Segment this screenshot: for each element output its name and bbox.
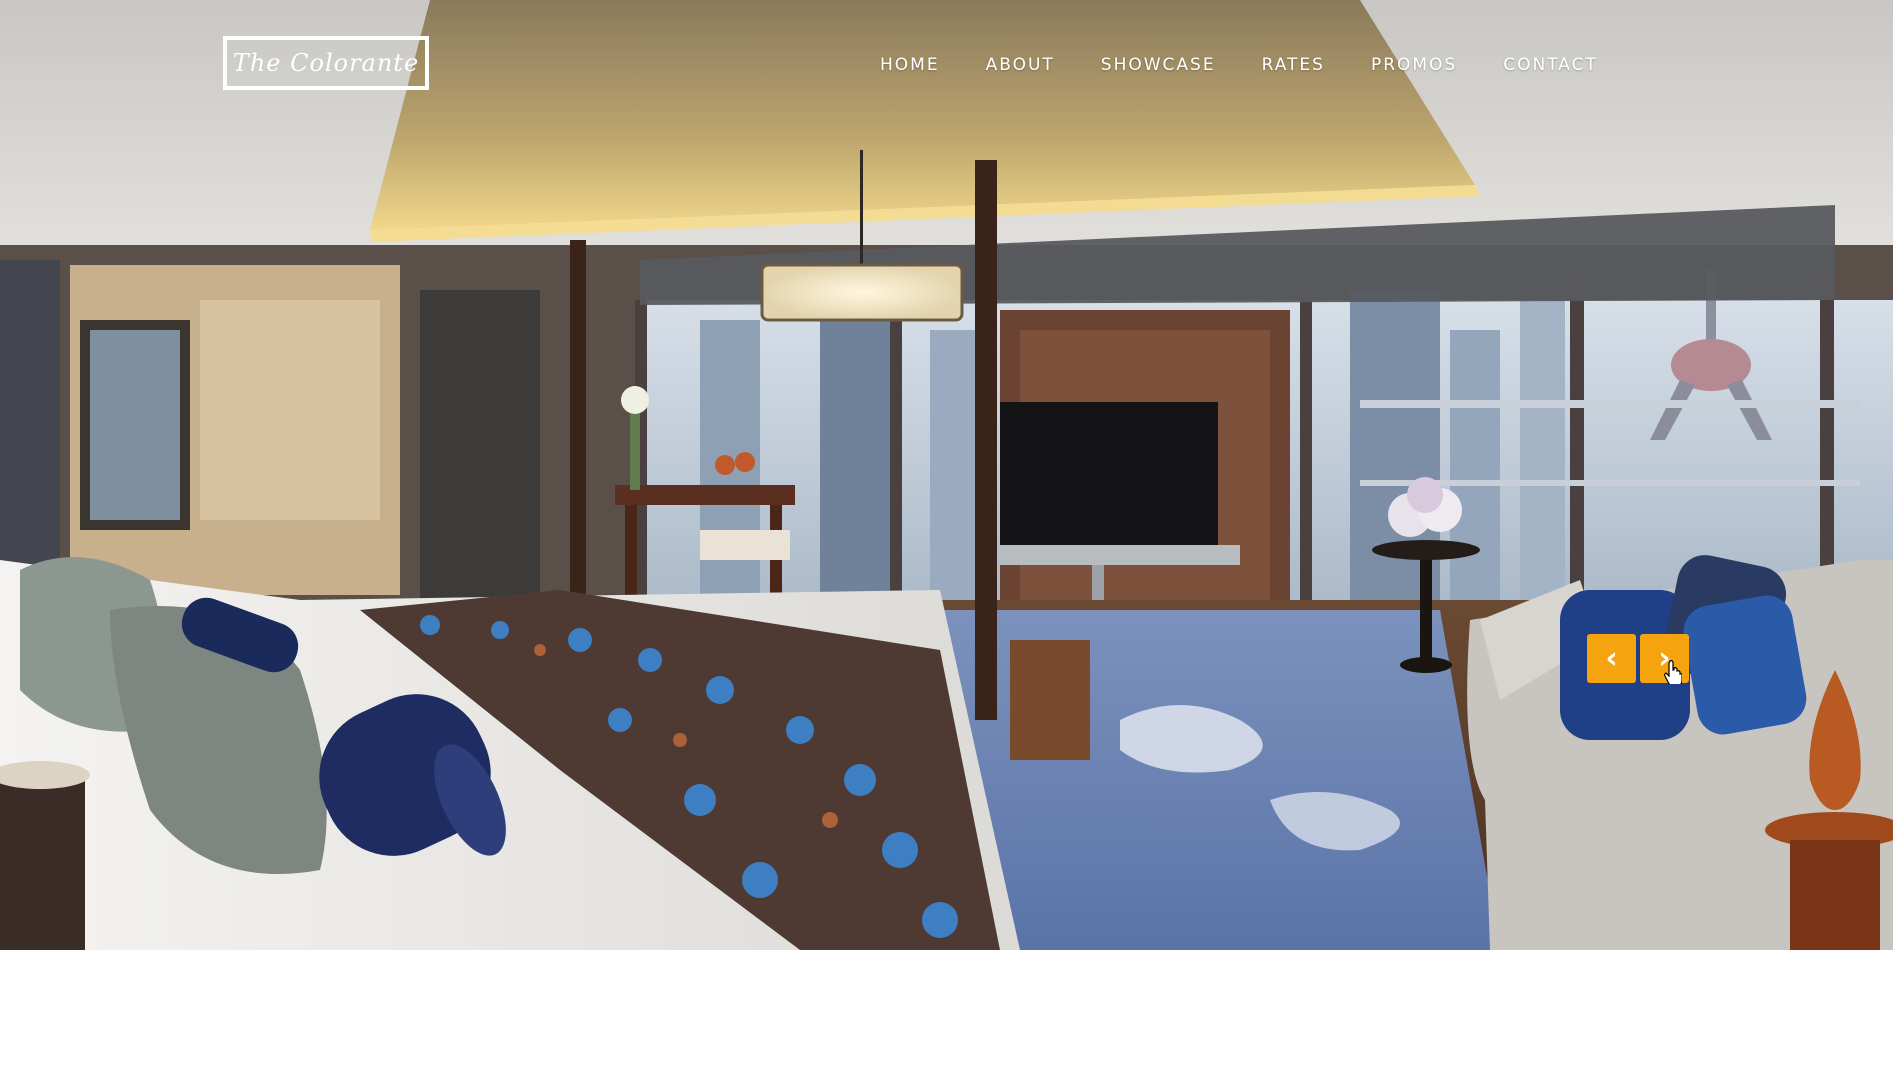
main-nav: HOME ABOUT SHOWCASE RATES PROMOS CONTACT <box>880 53 1598 77</box>
nav-about[interactable]: ABOUT <box>986 53 1055 77</box>
nav-home[interactable]: HOME <box>880 53 940 77</box>
hero-slider <box>0 0 1893 950</box>
nav-showcase[interactable]: SHOWCASE <box>1101 53 1216 77</box>
chevron-left-icon: ‹ <box>1605 640 1618 676</box>
slider-prev-button[interactable]: ‹ <box>1587 634 1636 683</box>
page: The Colorante HOME ABOUT SHOWCASE RATES … <box>0 0 1893 1065</box>
nav-rates[interactable]: RATES <box>1262 53 1325 77</box>
nav-contact[interactable]: CONTACT <box>1503 53 1598 77</box>
logo[interactable]: The Colorante <box>223 36 429 90</box>
hero-image <box>0 0 1893 950</box>
nav-promos[interactable]: PROMOS <box>1371 53 1457 77</box>
hand-cursor-icon <box>1664 660 1682 684</box>
